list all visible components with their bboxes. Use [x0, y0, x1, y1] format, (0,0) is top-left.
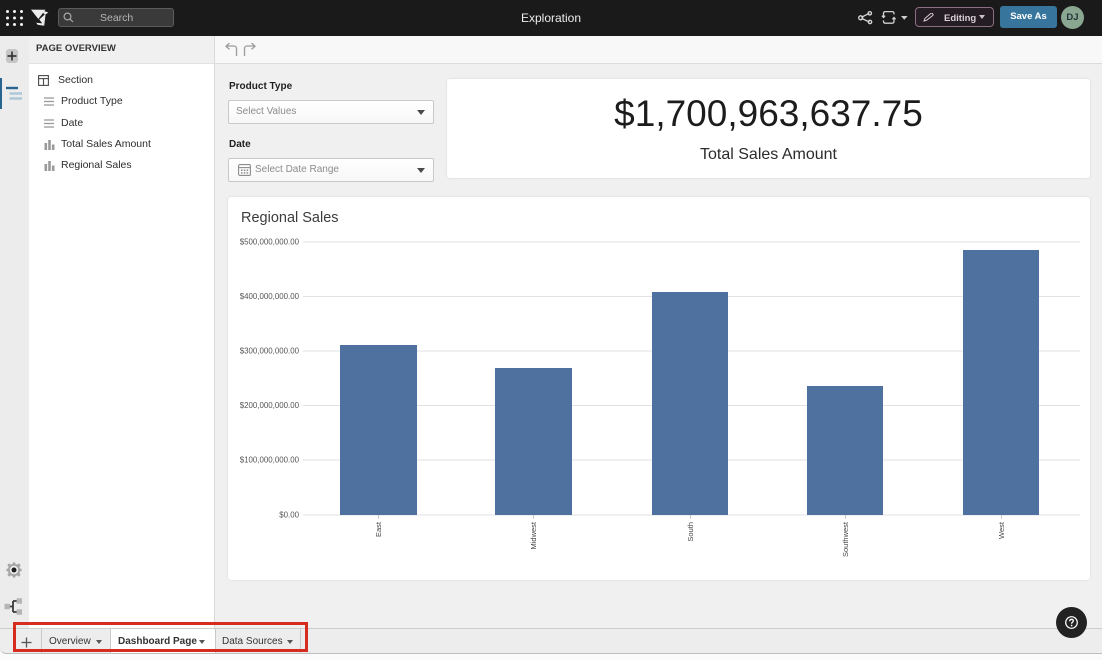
svg-text:$300,000,000.00: $300,000,000.00: [240, 347, 300, 356]
svg-text:$200,000,000.00: $200,000,000.00: [240, 401, 300, 410]
svg-text:Midwest: Midwest: [529, 521, 538, 549]
svg-text:East: East: [374, 521, 383, 537]
svg-text:West: West: [997, 521, 1006, 539]
svg-text:Southwest: Southwest: [841, 521, 850, 557]
svg-text:South: South: [686, 522, 695, 542]
svg-text:$400,000,000.00: $400,000,000.00: [240, 292, 300, 301]
svg-text:$500,000,000.00: $500,000,000.00: [240, 238, 300, 247]
svg-text:Regional Sales: Regional Sales: [241, 210, 339, 226]
svg-text:$100,000,000.00: $100,000,000.00: [240, 456, 300, 465]
svg-text:$0.00: $0.00: [279, 511, 299, 520]
